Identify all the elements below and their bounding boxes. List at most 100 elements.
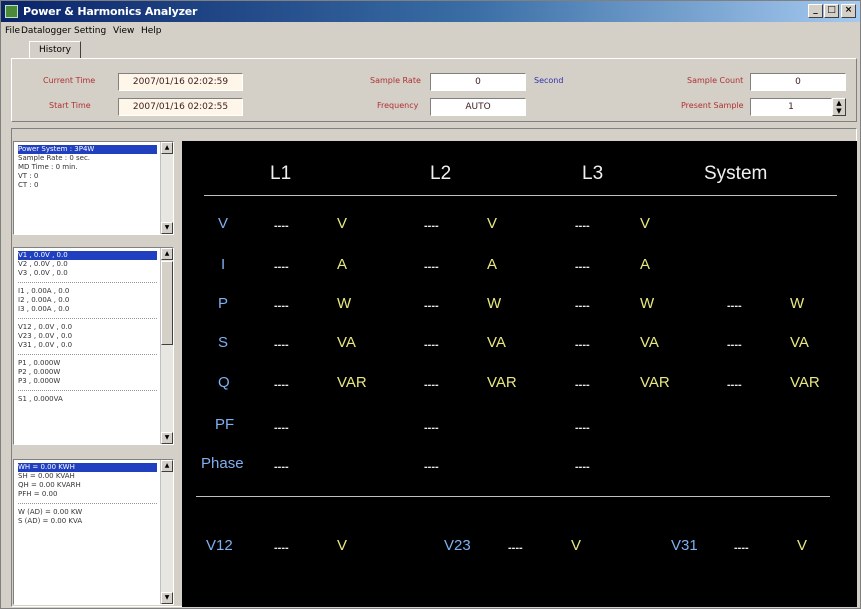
menu-view[interactable]: View [113, 26, 134, 36]
value-p-l1: ---- [274, 300, 289, 312]
scroll-down-icon[interactable]: ▼ [161, 592, 173, 604]
close-button[interactable]: × [841, 4, 856, 18]
list-divider [18, 282, 157, 283]
list-item[interactable]: PFH = 0.00 [18, 490, 157, 499]
measurement-content: V1 , 0.0V , 0.0 V2 , 0.0V , 0.0 V3 , 0.0… [18, 251, 157, 404]
scroll-up-icon[interactable]: ▲ [161, 248, 173, 260]
system-info-list[interactable]: Power System : 3P4W Sample Rate : 0 sec.… [13, 141, 174, 235]
list-divider [18, 354, 157, 355]
list-item[interactable]: CT : 0 [18, 181, 157, 190]
label-v: V [218, 215, 229, 232]
present-sample-label: Present Sample [681, 101, 744, 110]
header-l1: L1 [270, 163, 292, 184]
tab-history[interactable]: History [29, 41, 81, 59]
list-item[interactable]: V31 , 0.0V , 0.0 [18, 341, 157, 350]
scroll-down-icon[interactable]: ▼ [161, 222, 173, 234]
list-item[interactable]: W (AD) = 0.00 KW [18, 508, 157, 517]
list-item[interactable]: WH = 0.00 KWH [18, 463, 157, 472]
unit-q-l2: VAR [487, 374, 517, 391]
label-q: Q [218, 374, 230, 391]
value-phase-l1: ---- [274, 461, 289, 473]
list-item[interactable]: QH = 0.00 KVARH [18, 481, 157, 490]
label-phase: Phase [201, 455, 244, 472]
stepper-down-icon[interactable]: ▼ [833, 107, 845, 115]
unit-p-l2: W [487, 295, 502, 312]
measurement-list[interactable]: V1 , 0.0V , 0.0 V2 , 0.0V , 0.0 V3 , 0.0… [13, 247, 174, 445]
menu-setting[interactable]: Setting [74, 26, 106, 36]
list-item[interactable]: V2 , 0.0V , 0.0 [18, 260, 157, 269]
list-item[interactable]: P2 , 0.000W [18, 368, 157, 377]
unit-s-l1: VA [337, 334, 356, 351]
menu-datalogger[interactable]: Datalogger [21, 26, 71, 36]
energy-list[interactable]: WH = 0.00 KWH SH = 0.00 KVAH QH = 0.00 K… [13, 459, 174, 605]
unit-p-system: W [790, 295, 805, 312]
label-p: P [218, 295, 229, 312]
scroll-thumb[interactable] [161, 261, 173, 345]
maximize-button[interactable]: □ [824, 4, 839, 18]
unit-p-l3: W [640, 295, 655, 312]
list-item[interactable]: S (AD) = 0.00 KVA [18, 517, 157, 526]
frequency-field[interactable]: AUTO [430, 98, 526, 116]
value-i-l1: ---- [274, 261, 289, 273]
label-pf: PF [215, 416, 235, 433]
minimize-button[interactable]: _ [808, 4, 823, 18]
list-item[interactable]: V1 , 0.0V , 0.0 [18, 251, 157, 260]
list-item[interactable]: I1 , 0.00A , 0.0 [18, 287, 157, 296]
value-i-l2: ---- [424, 261, 439, 273]
value-pf-l2: ---- [424, 422, 439, 434]
label-s: S [218, 334, 229, 351]
list-item[interactable]: I3 , 0.00A , 0.0 [18, 305, 157, 314]
scrollbar[interactable]: ▲ ▼ [160, 142, 173, 234]
scroll-up-icon[interactable]: ▲ [161, 142, 173, 154]
value-pf-l3: ---- [575, 422, 590, 434]
list-item[interactable]: V12 , 0.0V , 0.0 [18, 323, 157, 332]
list-item[interactable]: Power System : 3P4W [18, 145, 157, 154]
header-system: System [704, 163, 768, 184]
line-voltage-divider [196, 496, 830, 497]
present-sample-stepper[interactable]: ▲ ▼ [832, 98, 846, 116]
value-v-l2: ---- [424, 220, 439, 232]
value-q-l2: ---- [424, 379, 439, 391]
label-i: I [221, 256, 226, 273]
title-bar[interactable]: Power & Harmonics Analyzer _ □ × [1, 1, 860, 22]
list-item[interactable]: Sample Rate : 0 sec. [18, 154, 157, 163]
unit-s-l2: VA [487, 334, 506, 351]
scroll-down-icon[interactable]: ▼ [161, 432, 173, 444]
list-item[interactable]: I2 , 0.00A , 0.0 [18, 296, 157, 305]
list-item[interactable]: SH = 0.00 KVAH [18, 472, 157, 481]
unit-i-l1: A [337, 256, 348, 273]
list-item[interactable]: V3 , 0.0V , 0.0 [18, 269, 157, 278]
current-time-field[interactable]: 2007/01/16 02:02:59 [118, 73, 243, 91]
list-item[interactable]: S1 , 0.000VA [18, 395, 157, 404]
scrollbar[interactable]: ▲ ▼ [160, 248, 173, 444]
list-item[interactable]: P1 , 0.000W [18, 359, 157, 368]
unit-q-l1: VAR [337, 374, 367, 391]
menu-help[interactable]: Help [141, 26, 162, 36]
stepper-up-icon[interactable]: ▲ [833, 99, 845, 107]
label-v23: V23 [444, 537, 471, 554]
scrollbar[interactable]: ▲ ▼ [160, 460, 173, 604]
unit-v-l1: V [337, 215, 348, 232]
value-q-system: ---- [727, 379, 742, 391]
value-v-l3: ---- [575, 220, 590, 232]
scroll-up-icon[interactable]: ▲ [161, 460, 173, 472]
value-v31: ---- [734, 542, 749, 554]
value-phase-l2: ---- [424, 461, 439, 473]
current-time-label: Current Time [43, 76, 96, 85]
value-s-system: ---- [727, 339, 742, 351]
value-phase-l3: ---- [575, 461, 590, 473]
start-time-field[interactable]: 2007/01/16 02:02:55 [118, 98, 243, 116]
header-l2: L2 [430, 163, 452, 184]
present-sample-field[interactable]: 1 [750, 98, 832, 116]
list-item[interactable]: VT : 0 [18, 172, 157, 181]
list-item[interactable]: P3 , 0.000W [18, 377, 157, 386]
sample-count-field[interactable]: 0 [750, 73, 846, 91]
menu-file[interactable]: File [5, 26, 20, 36]
energy-content: WH = 0.00 KWH SH = 0.00 KVAH QH = 0.00 K… [18, 463, 157, 526]
list-item[interactable]: MD Time : 0 min. [18, 163, 157, 172]
info-panel: Current Time 2007/01/16 02:02:59 Start T… [11, 58, 857, 122]
list-item[interactable]: V23 , 0.0V , 0.0 [18, 332, 157, 341]
sample-rate-unit: Second [534, 76, 564, 85]
start-time-label: Start Time [49, 101, 91, 110]
sample-rate-field[interactable]: 0 [430, 73, 526, 91]
